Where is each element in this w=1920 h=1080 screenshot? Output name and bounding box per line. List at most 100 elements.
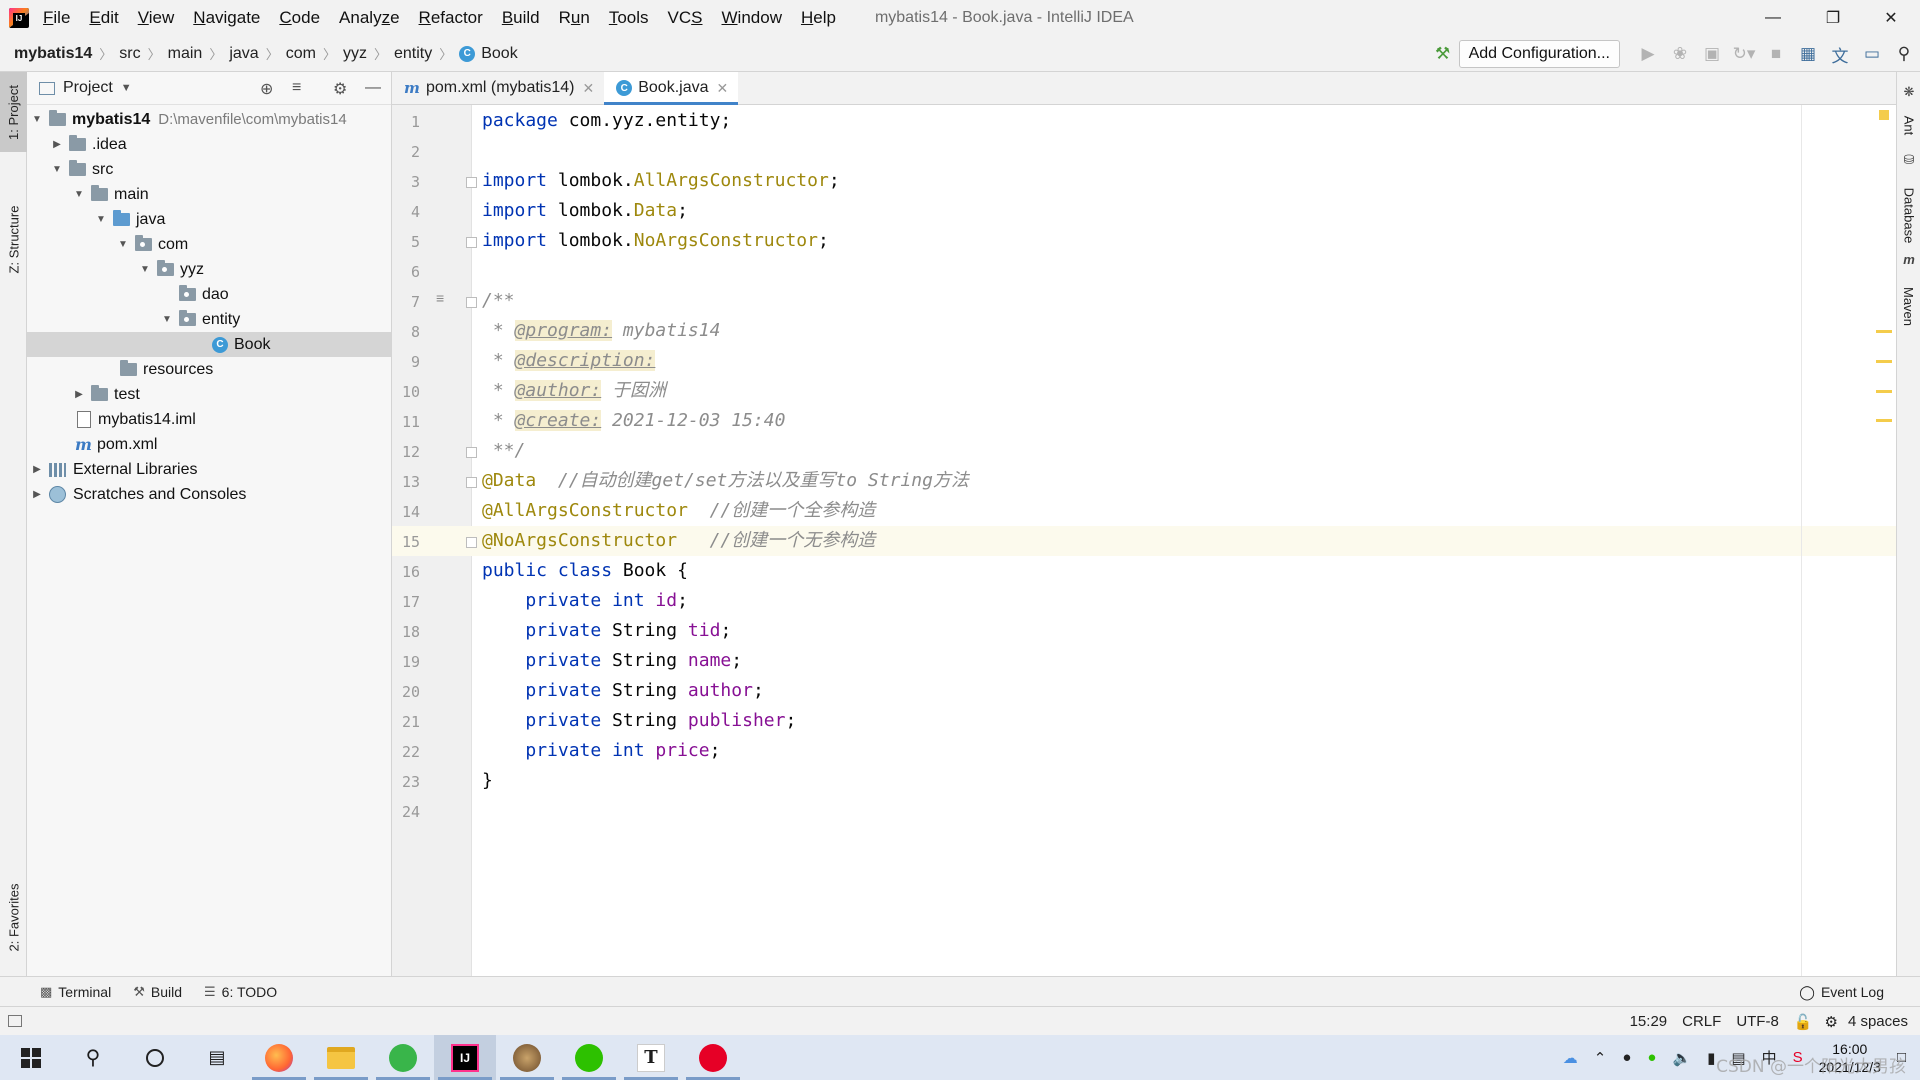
menu-edit[interactable]: Edit: [89, 0, 118, 36]
taskbar-intellij[interactable]: IJ: [434, 1035, 496, 1080]
breadcrumb-yyz[interactable]: yyz: [343, 45, 367, 63]
chevron-down-icon[interactable]: ▼: [121, 82, 132, 94]
todo-tool-button[interactable]: ☰ 6: TODO: [204, 984, 277, 1000]
qq-icon[interactable]: ●: [1622, 1049, 1631, 1066]
gear-icon[interactable]: ⚙: [333, 79, 347, 99]
warning-indicator-icon[interactable]: [1879, 110, 1889, 120]
taskbar-wechat-green[interactable]: [372, 1035, 434, 1080]
breadcrumb-project[interactable]: mybatis14: [14, 45, 92, 63]
taskbar-wechat[interactable]: [558, 1035, 620, 1080]
lock-icon[interactable]: 🔓: [1794, 1013, 1813, 1031]
show-hidden-icons-icon[interactable]: ⌃: [1594, 1049, 1607, 1067]
build-tool-button[interactable]: ⚒ Build: [133, 984, 182, 1000]
warning-stripe[interactable]: [1876, 419, 1892, 422]
fold-marker-icon[interactable]: [466, 177, 477, 188]
tree-item-java[interactable]: ▼ java: [27, 207, 391, 232]
tree-item-mybatis14[interactable]: ▼ mybatis14 D:\mavenfile\com\mybatis14: [27, 107, 391, 132]
collapse-arrow-icon[interactable]: ▶: [29, 489, 45, 500]
expand-arrow-icon[interactable]: ▼: [115, 239, 131, 250]
hide-panel-icon[interactable]: —: [365, 79, 381, 97]
tree-item-external-libraries[interactable]: ▶ External Libraries: [27, 457, 391, 482]
file-encoding[interactable]: UTF-8: [1736, 1013, 1779, 1030]
translate-icon[interactable]: 文: [1824, 36, 1856, 72]
tool-tab-favorites[interactable]: 2: Favorites: [0, 862, 27, 972]
tree-item-book[interactable]: C Book: [27, 332, 391, 357]
tree-item-yyz[interactable]: ▼ yyz: [27, 257, 391, 282]
close-window-button[interactable]: ✕: [1862, 0, 1920, 36]
close-icon[interactable]: ✕: [716, 80, 728, 97]
line-separator[interactable]: CRLF: [1682, 1013, 1721, 1030]
fold-marker-icon[interactable]: [466, 447, 477, 458]
taskbar-firefox[interactable]: [248, 1035, 310, 1080]
collapse-arrow-icon[interactable]: ▶: [49, 139, 65, 150]
tree-item-resources[interactable]: resources: [27, 357, 391, 382]
collapse-arrow-icon[interactable]: ▶: [71, 389, 87, 400]
expand-arrow-icon[interactable]: ▼: [137, 264, 153, 275]
menu-run[interactable]: Run: [559, 0, 590, 36]
tree-item-test[interactable]: ▶ test: [27, 382, 391, 407]
tree-item-src[interactable]: ▼ src: [27, 157, 391, 182]
collapse-all-icon[interactable]: ≡: [292, 79, 301, 97]
stop-icon[interactable]: ■: [1760, 36, 1792, 72]
project-panel-title[interactable]: Project: [63, 79, 113, 97]
menu-file[interactable]: File: [43, 0, 70, 36]
battery-icon[interactable]: ▮: [1707, 1049, 1715, 1067]
breadcrumb-main[interactable]: main: [168, 45, 203, 63]
fold-marker-icon[interactable]: [466, 297, 477, 308]
expand-arrow-icon[interactable]: ▼: [71, 189, 87, 200]
toggle-tool-windows-icon[interactable]: [8, 1015, 22, 1027]
locate-file-icon[interactable]: ⊕: [260, 79, 273, 99]
warning-stripe[interactable]: [1876, 360, 1892, 363]
menu-vcs[interactable]: VCS: [668, 0, 703, 36]
minimize-button[interactable]: —: [1744, 0, 1802, 36]
tree-item-main[interactable]: ▼ main: [27, 182, 391, 207]
profile-icon[interactable]: ↻▾: [1728, 36, 1760, 72]
tree-item-entity[interactable]: ▼ entity: [27, 307, 391, 332]
warning-stripe[interactable]: [1876, 390, 1892, 393]
debug-icon[interactable]: ❀: [1664, 36, 1696, 72]
tool-tab-project[interactable]: 1: Project: [0, 72, 27, 152]
tool-tab-maven[interactable]: m Maven: [1897, 252, 1920, 362]
menu-view[interactable]: View: [138, 0, 175, 36]
caret-position[interactable]: 15:29: [1630, 1013, 1668, 1030]
expand-arrow-icon[interactable]: ▼: [49, 164, 65, 175]
menu-navigate[interactable]: Navigate: [193, 0, 260, 36]
breadcrumb-com[interactable]: com: [286, 45, 316, 63]
tab-pom-xml[interactable]: m pom.xml (mybatis14) ✕: [392, 72, 604, 104]
expand-arrow-icon[interactable]: ▼: [29, 114, 45, 125]
taskbar-file-explorer[interactable]: [310, 1035, 372, 1080]
onedrive-icon[interactable]: ☁: [1563, 1049, 1578, 1067]
tree-item-com[interactable]: ▼ com: [27, 232, 391, 257]
tree-item-idea[interactable]: ▶ .idea: [27, 132, 391, 157]
cortana-button[interactable]: [124, 1035, 186, 1080]
wechat-tray-icon[interactable]: ●: [1647, 1049, 1656, 1066]
taskbar-game[interactable]: [496, 1035, 558, 1080]
warning-stripe[interactable]: [1876, 330, 1892, 333]
fold-marker-icon[interactable]: [466, 537, 477, 548]
search-button[interactable]: ⚲: [62, 1035, 124, 1080]
task-view-button[interactable]: ▤: [186, 1035, 248, 1080]
terminal-tool-button[interactable]: ▩ Terminal: [40, 984, 111, 1000]
event-log-button[interactable]: ◯ Event Log: [1799, 977, 1884, 1007]
menu-refactor[interactable]: Refactor: [419, 0, 483, 36]
fold-marker-icon[interactable]: [466, 237, 477, 248]
breadcrumb-src[interactable]: src: [119, 45, 140, 63]
menu-code[interactable]: Code: [279, 0, 320, 36]
menu-window[interactable]: Window: [722, 0, 782, 36]
taskbar-netease-music[interactable]: [682, 1035, 744, 1080]
tree-item-scratches[interactable]: ▶ Scratches and Consoles: [27, 482, 391, 507]
run-icon[interactable]: ▶: [1632, 36, 1664, 72]
close-icon[interactable]: ✕: [582, 80, 594, 97]
indent-setting[interactable]: 4 spaces: [1848, 1013, 1908, 1030]
coverage-icon[interactable]: ▣: [1696, 36, 1728, 72]
restore-button[interactable]: ❐: [1804, 0, 1862, 36]
menu-build[interactable]: Build: [502, 0, 540, 36]
breadcrumb-entity[interactable]: entity: [394, 45, 432, 63]
menu-help[interactable]: Help: [801, 0, 836, 36]
project-structure-icon[interactable]: ▦: [1792, 36, 1824, 72]
fold-marker-icon[interactable]: [466, 477, 477, 488]
tree-item-pom[interactable]: m pom.xml: [27, 432, 391, 457]
tool-tab-ant[interactable]: ❋ Ant: [1897, 84, 1920, 154]
taskbar-typora[interactable]: T: [620, 1035, 682, 1080]
tab-book-java[interactable]: C Book.java ✕: [604, 72, 739, 105]
